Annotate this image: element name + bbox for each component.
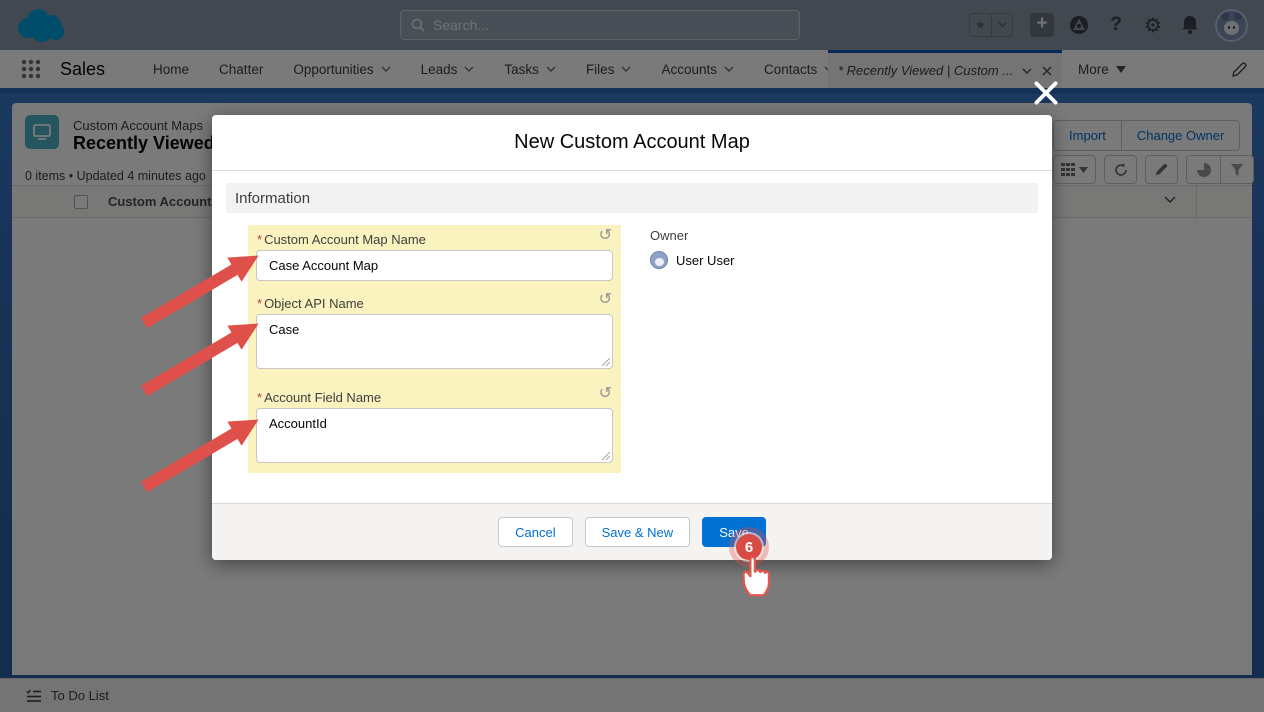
information-section-header: Information bbox=[226, 183, 1038, 213]
undo-icon[interactable]: ↺ bbox=[599, 292, 612, 308]
highlighted-fields-panel: *Custom Account Map Name ↺ *Object API N… bbox=[248, 225, 621, 473]
field-label-account-field-name: *Account Field Name bbox=[257, 390, 381, 405]
modal-close-icon[interactable] bbox=[1034, 81, 1058, 105]
modal-footer: Cancel Save & New Save bbox=[212, 503, 1052, 560]
modal-title: New Custom Account Map bbox=[212, 131, 1052, 154]
modal-header-divider bbox=[212, 170, 1052, 171]
field-label-custom-account-map-name: *Custom Account Map Name bbox=[257, 232, 426, 247]
new-custom-account-map-modal: New Custom Account Map Information *Cust… bbox=[212, 115, 1052, 560]
account-field-name-textarea[interactable]: AccountId bbox=[256, 408, 613, 463]
object-api-name-textarea[interactable]: Case bbox=[256, 314, 613, 369]
required-asterisk: * bbox=[257, 296, 262, 311]
undo-icon[interactable]: ↺ bbox=[599, 228, 612, 244]
owner-name: User User bbox=[676, 253, 735, 268]
owner-avatar bbox=[650, 251, 668, 269]
custom-account-map-name-input[interactable] bbox=[256, 250, 613, 281]
required-asterisk: * bbox=[257, 390, 262, 405]
save-button[interactable]: Save bbox=[702, 517, 766, 547]
field-label-object-api-name: *Object API Name bbox=[257, 296, 364, 311]
owner-label: Owner bbox=[650, 228, 735, 243]
undo-icon[interactable]: ↺ bbox=[599, 386, 612, 402]
save-and-new-button[interactable]: Save & New bbox=[585, 517, 691, 547]
required-asterisk: * bbox=[257, 232, 262, 247]
cancel-button[interactable]: Cancel bbox=[498, 517, 572, 547]
owner-field: Owner User User bbox=[650, 228, 735, 269]
